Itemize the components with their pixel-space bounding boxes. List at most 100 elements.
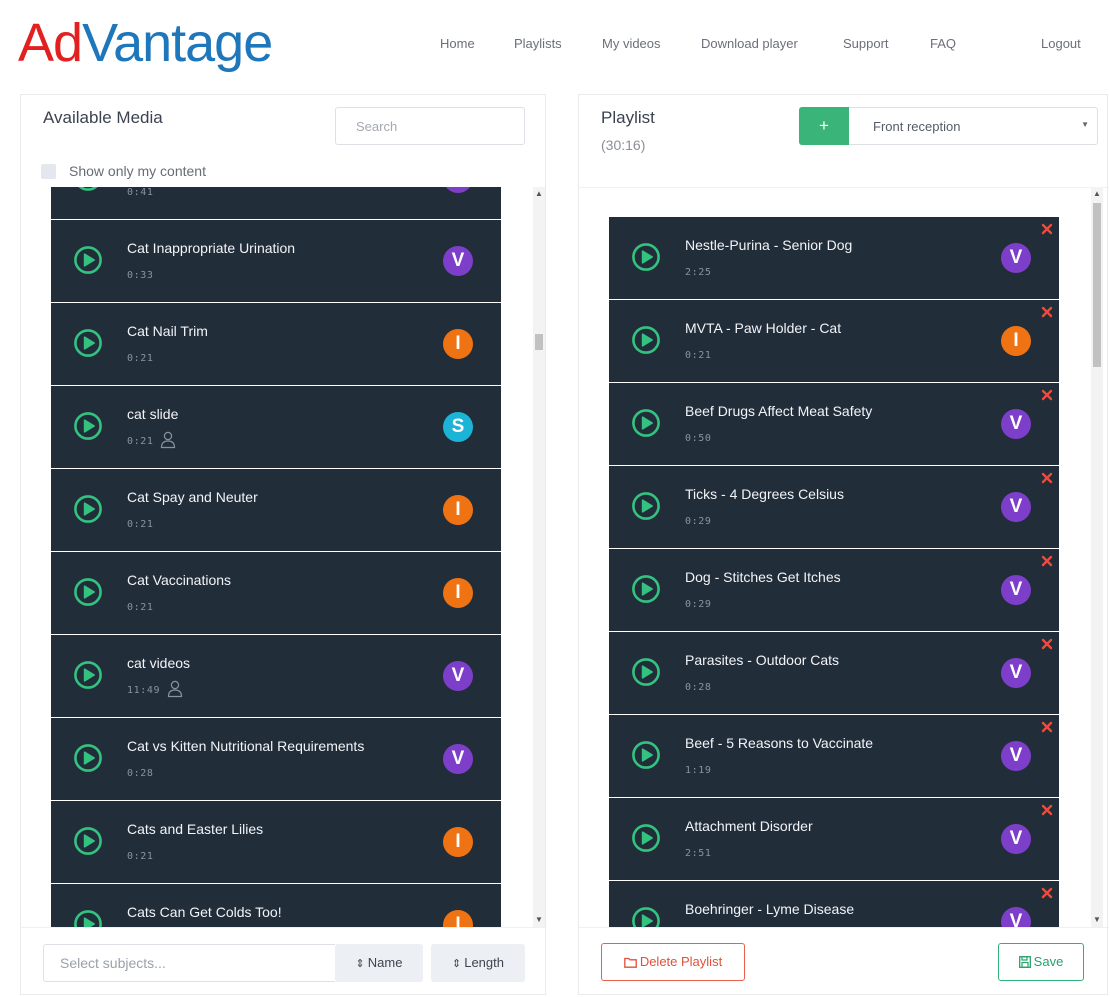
scroll-up-arrow-icon[interactable]: ▲ [533, 187, 545, 201]
media-item-duration: 0:41 [127, 187, 154, 198]
play-icon[interactable] [73, 328, 103, 358]
scroll-down-arrow-icon[interactable]: ▼ [1091, 913, 1103, 927]
media-item-title: Nestle-Purina - Senior Dog [685, 237, 853, 253]
media-item[interactable]: Parasites - Outdoor Cats 0:28 V [609, 632, 1059, 714]
remove-item-icon[interactable] [1041, 555, 1053, 567]
playlist-title: Playlist [601, 108, 655, 127]
remove-item-icon[interactable] [1041, 306, 1053, 318]
play-icon[interactable] [73, 494, 103, 524]
nav-link-download-player[interactable]: Download player [701, 36, 798, 51]
media-item[interactable]: Beef Drugs Affect Meat Safety 0:50 V [609, 383, 1059, 465]
play-icon[interactable] [73, 187, 103, 192]
remove-item-icon[interactable] [1041, 638, 1053, 650]
sort-by-length-button[interactable]: ⇕ Length [431, 944, 525, 982]
content-type-badge: V [1001, 907, 1031, 927]
media-item-duration: 0:21 [127, 353, 154, 364]
save-playlist-button[interactable]: Save [998, 943, 1084, 981]
media-item[interactable]: cat videos 11:49 V [51, 635, 501, 717]
content-type-badge: V [443, 246, 473, 276]
media-item[interactable]: MVTA - Paw Holder - Cat 0:21 I [609, 300, 1059, 382]
media-item-duration: 0:21 [127, 519, 154, 530]
media-item[interactable]: cat slide 0:21 S [51, 386, 501, 468]
media-item-title: MVTA - Paw Holder - Cat [685, 320, 842, 336]
play-icon[interactable] [73, 909, 103, 927]
media-item-duration: 0:33 [127, 270, 154, 281]
play-icon[interactable] [631, 242, 661, 272]
play-icon[interactable] [73, 245, 103, 275]
available-media-scrollbar[interactable]: ▲ ▼ [533, 187, 545, 927]
media-item-title: Cat Vaccinations [127, 572, 232, 588]
media-item-title: Cat Inappropriate Urination [127, 240, 296, 256]
scrollbar-thumb[interactable] [1093, 203, 1101, 367]
media-item-title: Beef - 5 Reasons to Vaccinate [685, 735, 874, 751]
play-icon[interactable] [73, 577, 103, 607]
media-item-title: Beef Drugs Affect Meat Safety [685, 403, 873, 419]
scrollbar-thumb[interactable] [535, 334, 543, 350]
media-item[interactable]: Cat Vaccinations 0:21 I [51, 552, 501, 634]
content-type-badge: V [443, 187, 473, 193]
search-field[interactable] [335, 107, 525, 145]
play-icon[interactable] [631, 408, 661, 438]
sort-arrows-icon: ⇕ [355, 958, 365, 970]
media-item[interactable]: Dog - Stitches Get Itches 0:29 V [609, 549, 1059, 631]
play-icon[interactable] [73, 411, 103, 441]
media-item-title: Ticks - 4 Degrees Celsius [685, 486, 844, 502]
sort-by-length-label: Length [464, 955, 504, 970]
media-item-duration: 1:19 [685, 765, 712, 776]
play-icon[interactable] [73, 660, 103, 690]
remove-item-icon[interactable] [1041, 804, 1053, 816]
remove-item-icon[interactable] [1041, 887, 1053, 899]
content-type-badge: I [443, 329, 473, 359]
subjects-select[interactable] [43, 944, 335, 982]
play-icon[interactable] [631, 657, 661, 687]
playlist-select[interactable]: Front reception ▼ [849, 107, 1098, 145]
subjects-input[interactable] [44, 945, 335, 981]
play-icon[interactable] [73, 826, 103, 856]
scroll-down-arrow-icon[interactable]: ▼ [533, 913, 545, 927]
nav-link-home[interactable]: Home [440, 36, 475, 51]
remove-item-icon[interactable] [1041, 223, 1053, 235]
play-icon[interactable] [631, 740, 661, 770]
media-item[interactable]: Beef - 5 Reasons to Vaccinate 1:19 V [609, 715, 1059, 797]
add-playlist-button[interactable]: + [799, 107, 849, 145]
play-icon[interactable] [631, 823, 661, 853]
playlist-scrollbar[interactable]: ▲ ▼ [1091, 187, 1103, 927]
media-item[interactable]: Cats Can Get Colds Too! I [51, 884, 501, 927]
play-icon[interactable] [631, 491, 661, 521]
media-item-title: Cat Spay and Neuter [127, 489, 258, 505]
media-item[interactable]: 0:41 V [51, 187, 501, 219]
nav-link-playlists[interactable]: Playlists [514, 36, 562, 51]
play-icon[interactable] [631, 325, 661, 355]
sort-by-name-button[interactable]: ⇕ Name [335, 944, 423, 982]
search-input[interactable] [336, 108, 524, 144]
media-item[interactable]: Nestle-Purina - Senior Dog 2:25 V [609, 217, 1059, 299]
remove-item-icon[interactable] [1041, 472, 1053, 484]
play-icon[interactable] [631, 906, 661, 927]
media-item[interactable]: Cat vs Kitten Nutritional Requirements 0:… [51, 718, 501, 800]
media-item-duration: 0:50 [685, 433, 712, 444]
media-item-title: Parasites - Outdoor Cats [685, 652, 840, 668]
play-icon[interactable] [73, 743, 103, 773]
remove-item-icon[interactable] [1041, 389, 1053, 401]
media-item[interactable]: Cat Nail Trim 0:21 I [51, 303, 501, 385]
nav-link-logout[interactable]: Logout [1041, 36, 1081, 51]
media-item[interactable]: Attachment Disorder 2:51 V [609, 798, 1059, 880]
remove-item-icon[interactable] [1041, 721, 1053, 733]
available-media-list[interactable]: 0:41VCat Inappropriate Urination0:33VCat… [51, 187, 501, 927]
sort-arrows-icon: ⇕ [452, 958, 462, 970]
media-item-title: Boehringer - Lyme Disease [685, 901, 855, 917]
nav-link-faq[interactable]: FAQ [930, 36, 956, 51]
media-item-duration: 0:21 [127, 602, 154, 613]
media-item[interactable]: Ticks - 4 Degrees Celsius 0:29 V [609, 466, 1059, 548]
nav-link-my-videos[interactable]: My videos [602, 36, 661, 51]
playlist-items-list[interactable]: Nestle-Purina - Senior Dog 2:25 V MVTA - Pa… [609, 217, 1059, 927]
media-item[interactable]: Cats and Easter Lilies 0:21 I [51, 801, 501, 883]
media-item[interactable]: Cat Inappropriate Urination 0:33 V [51, 220, 501, 302]
media-item[interactable]: Boehringer - Lyme Disease V [609, 881, 1059, 927]
play-icon[interactable] [631, 574, 661, 604]
delete-playlist-button[interactable]: Delete Playlist [601, 943, 745, 981]
scroll-up-arrow-icon[interactable]: ▲ [1091, 187, 1103, 201]
nav-link-support[interactable]: Support [843, 36, 889, 51]
media-item[interactable]: Cat Spay and Neuter 0:21 I [51, 469, 501, 551]
show-only-mine-checkbox[interactable] [41, 164, 56, 179]
